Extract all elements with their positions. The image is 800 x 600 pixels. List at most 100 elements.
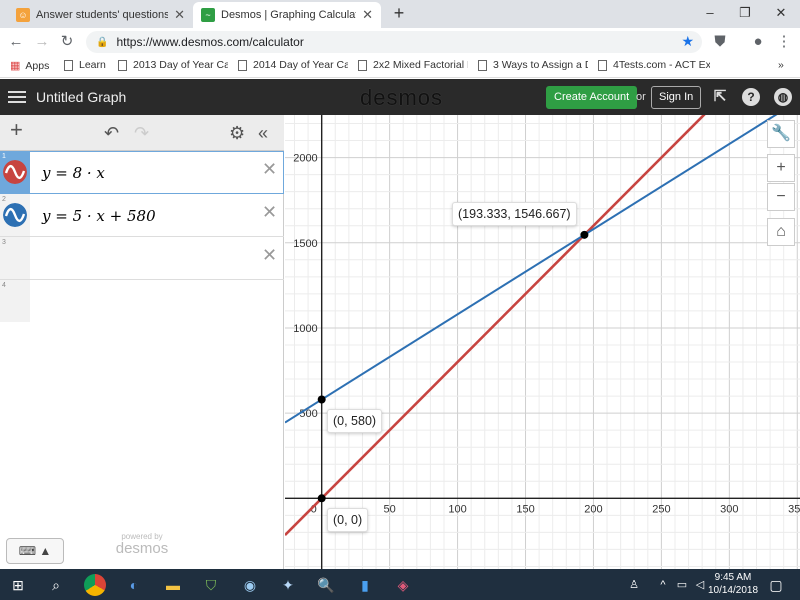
desmos-logo: desmos (360, 85, 444, 110)
file-explorer-icon[interactable]: ▬ (163, 575, 183, 595)
app-icon[interactable]: ◐ (124, 575, 144, 595)
redo-icon[interactable]: ↷ (134, 123, 149, 143)
powered-by-logo: desmos (115, 540, 169, 557)
profile-icon[interactable]: ● (748, 32, 768, 52)
red-line-toggle-icon[interactable] (3, 160, 27, 184)
y-tick-label: 1000 (293, 323, 317, 335)
graph-title[interactable]: Untitled Graph (36, 89, 126, 105)
bookmark-label: 4Tests.com - ACT Exa (613, 59, 710, 71)
graph-canvas[interactable]: 050100150200250300350500100015002000 (285, 115, 800, 569)
app-icon[interactable]: ▮ (355, 575, 375, 595)
undo-icon[interactable]: ↶ (104, 123, 119, 143)
origin-point-label[interactable]: (0, 0) (327, 508, 369, 532)
create-account-button[interactable]: Create Account (546, 86, 638, 109)
extension-shield-icon[interactable]: ⛊ (710, 32, 730, 52)
bookmark-star-icon[interactable]: ★ (681, 33, 694, 50)
battery-icon[interactable]: ▭ (672, 575, 692, 595)
app-icon[interactable]: ◈ (393, 575, 413, 595)
taskbar-clock[interactable]: 9:45 AM 10/14/2018 (703, 571, 763, 597)
x-tick-label: 200 (584, 503, 602, 515)
app-icon[interactable]: ◉ (240, 575, 260, 595)
help-icon[interactable]: ? (742, 88, 760, 106)
tab-desmos[interactable]: ~ Desmos | Graphing Calculator ✕ (193, 2, 381, 28)
close-tab-icon[interactable]: ✕ (362, 7, 373, 23)
back-icon[interactable]: ← (6, 32, 26, 52)
add-item-icon[interactable]: + (10, 119, 23, 141)
expression-number: 2 (2, 196, 6, 203)
collapse-panel-icon[interactable]: « (258, 123, 268, 143)
magnifier-app-icon[interactable]: 🔍 (316, 575, 336, 595)
delete-expression-icon[interactable]: ✕ (262, 202, 277, 223)
chrome-app-icon[interactable] (84, 574, 106, 596)
delete-expression-icon[interactable]: ✕ (262, 245, 277, 266)
forward-icon[interactable]: → (32, 32, 52, 52)
people-icon[interactable]: ♙ (624, 575, 644, 595)
expression-math[interactable]: y = 5 · x + 580 (42, 207, 156, 225)
keypad-toggle-button[interactable]: ⌨ ▲ (6, 538, 64, 564)
share-icon[interactable]: ⇱ (711, 88, 729, 106)
windows-start-icon[interactable]: ⊞ (8, 575, 28, 595)
zoom-in-button[interactable]: + (767, 154, 795, 182)
bookmark-label: Apps (25, 59, 50, 72)
bookmark-4tests[interactable]: 4Tests.com - ACT Exa (598, 59, 710, 71)
app-shield-icon[interactable]: ⛉ (201, 575, 221, 595)
expression-panel: + ↶ ↷ ⚙ « 1 y = 8 · x ✕ 2 y = 5 · x + 58… (0, 115, 284, 569)
bookmark-learn[interactable]: Learn (64, 59, 112, 71)
y-tick-label: 500 (299, 408, 317, 420)
bookmark-2013[interactable]: 2013 Day of Year Cal (118, 59, 228, 71)
y-intercept-label[interactable]: (0, 580) (327, 409, 383, 433)
bookmark-apps[interactable]: ▦ Apps (10, 59, 50, 73)
globe-icon[interactable]: ◍ (774, 88, 792, 106)
bookmark-3ways[interactable]: 3 Ways to Assign a D (478, 59, 588, 71)
desmos-favicon-icon: ~ (201, 8, 215, 22)
address-bar[interactable]: 🔒 https://www.desmos.com/calculator ★ (86, 31, 702, 53)
y-tick-label: 2000 (293, 153, 317, 165)
tray-chevron-icon[interactable]: ^ (653, 575, 673, 595)
search-icon[interactable]: ⌕ (46, 575, 66, 595)
x-tick-label: 250 (652, 503, 670, 515)
minimize-button[interactable]: – (693, 2, 727, 24)
or-label: or (636, 91, 646, 103)
reload-icon[interactable]: ↻ (57, 32, 77, 52)
blue-line-toggle-icon[interactable] (3, 203, 27, 227)
powered-by-desmos: powered by desmos (110, 533, 174, 557)
page-icon (358, 59, 367, 71)
bookmarks-overflow[interactable]: » (778, 59, 784, 71)
page-icon (118, 59, 127, 71)
expression-row-1[interactable]: 1 y = 8 · x ✕ (0, 151, 284, 194)
app-icon[interactable]: ✦ (278, 575, 298, 595)
maximize-button[interactable]: ❐ (728, 2, 762, 24)
zoom-out-button[interactable]: − (767, 183, 795, 211)
intersection-point-label[interactable]: (193.333, 1546.667) (452, 202, 577, 226)
action-center-icon[interactable]: ▢ (766, 575, 786, 595)
new-tab-button[interactable]: + (382, 2, 416, 24)
clock-date: 10/14/2018 (707, 585, 759, 596)
close-window-button[interactable]: ✕ (764, 2, 798, 24)
delete-expression-icon[interactable]: ✕ (262, 159, 277, 180)
x-tick-label: 350 (788, 503, 800, 515)
expression-number: 1 (2, 153, 6, 160)
close-tab-icon[interactable]: ✕ (174, 7, 185, 23)
expression-row-2[interactable]: 2 y = 5 · x + 580 ✕ (0, 194, 284, 237)
graph-settings-wrench-icon[interactable]: 🔧 (767, 120, 795, 148)
tab-answer-students[interactable]: ☺ Answer students' questions and i ✕ (8, 2, 193, 28)
hamburger-menu-icon[interactable] (8, 88, 26, 106)
expression-number: 4 (2, 282, 6, 289)
menu-dots-icon[interactable]: ⋮ (774, 32, 794, 52)
bookmark-2014[interactable]: 2014 Day of Year Cal (238, 59, 348, 71)
graph-svg[interactable]: 050100150200250300350500100015002000 (285, 115, 800, 569)
expression-toolbar: + ↶ ↷ ⚙ « (0, 115, 284, 151)
expression-row-4[interactable]: 4 (0, 280, 284, 323)
default-view-home-icon[interactable]: ⌂ (767, 218, 795, 246)
settings-gear-icon[interactable]: ⚙ (229, 123, 245, 143)
bookmark-label: Learn (79, 59, 106, 71)
expression-row-3[interactable]: 3 ✕ (0, 237, 284, 280)
bookmark-label: 2013 Day of Year Cal (133, 59, 228, 71)
expression-number: 3 (2, 239, 6, 246)
bookmark-2x2[interactable]: 2x2 Mixed Factorial D (358, 59, 468, 71)
bookmarks-bar: ▦ Apps Learn 2013 Day of Year Cal 2014 D… (0, 56, 800, 78)
sign-in-button[interactable]: Sign In (651, 86, 702, 109)
tab-title: Answer students' questions and i (36, 9, 169, 21)
graph-point-marker (580, 230, 589, 239)
expression-math[interactable]: y = 8 · x (42, 164, 105, 182)
